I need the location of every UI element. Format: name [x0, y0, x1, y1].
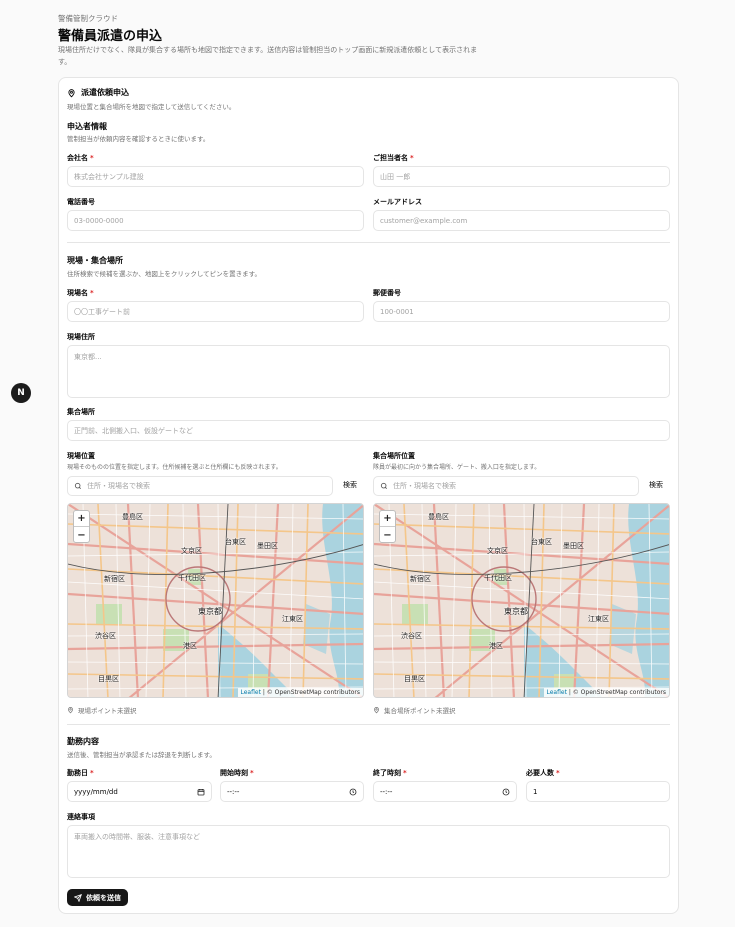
- notes-textarea[interactable]: 車両搬入の時間帯、服装、注意事項など: [67, 825, 670, 878]
- contact-label: ご担当者名 *: [373, 154, 414, 162]
- postal-label: 郵便番号: [373, 289, 401, 297]
- map-label: 江東区: [588, 615, 609, 623]
- site-search-button[interactable]: 検索: [343, 480, 357, 490]
- map-label: 東京都: [504, 607, 528, 616]
- map-label: 文京区: [487, 547, 508, 555]
- map-label: 豊島区: [122, 513, 143, 521]
- calendar-icon[interactable]: [197, 788, 205, 796]
- email-input[interactable]: customer@example.com: [373, 210, 670, 231]
- meeting-location-note: 隊員が最初に向かう集合場所、ゲート、搬入口を指定します。: [373, 464, 541, 471]
- headcount-label: 必要人数 *: [526, 769, 560, 777]
- site-pin-status: 現場ポイント未選択: [67, 705, 137, 715]
- site-location-label: 現場位置: [67, 452, 95, 460]
- clock-icon[interactable]: [349, 788, 357, 796]
- submit-button[interactable]: 依頼を送信: [67, 889, 128, 906]
- meeting-input[interactable]: 正門前、北側搬入口、仮設ゲートなど: [67, 420, 670, 441]
- zoom-in-button[interactable]: +: [380, 511, 395, 527]
- site-note: 住所検索で候補を選ぶか、地図上をクリックしてピンを置きます。: [67, 270, 262, 278]
- send-icon: [74, 893, 82, 902]
- site-location-note: 現場そのものの位置を指定します。住所候補を選ぶと住所欄にも反映されます。: [67, 464, 282, 471]
- site-name-label: 現場名 *: [67, 289, 94, 297]
- applicant-note: 管制担当が依頼内容を確認するときに使います。: [67, 135, 210, 143]
- map-label: 渋谷区: [401, 632, 422, 640]
- map-pin-icon: [68, 707, 73, 714]
- email-label: メールアドレス: [373, 198, 422, 206]
- company-label: 会社名 *: [67, 154, 94, 162]
- divider: [67, 242, 670, 243]
- meeting-map[interactable]: + − 豊島区 文京区 台東区 墨田区 新宿区 千代田区 東京都 渋谷区 江東区…: [373, 503, 670, 698]
- card-title: 派遣依頼申込: [81, 88, 129, 97]
- zoom-control: + −: [379, 510, 396, 543]
- request-form-card: 派遣依頼申込 現場位置と集合場所を地図で指定して送信してください。 申込者情報 …: [58, 77, 679, 914]
- date-input[interactable]: yyyy/mm/dd: [67, 781, 212, 802]
- map-label: 江東区: [282, 615, 303, 623]
- work-note: 送信後、管制担当が承認または辞退を判断します。: [67, 751, 216, 759]
- meeting-search-input[interactable]: 住所・現場名で検索: [373, 476, 639, 496]
- map-tiles: [68, 504, 363, 697]
- map-tiles: [374, 504, 669, 697]
- site-name-input[interactable]: 〇〇工事ゲート前: [67, 301, 364, 322]
- company-input[interactable]: 株式会社サンプル建設: [67, 166, 364, 187]
- map-label: 墨田区: [257, 542, 278, 550]
- map-label: 豊島区: [428, 513, 449, 521]
- headcount-input[interactable]: 1: [526, 781, 670, 802]
- start-time-input[interactable]: --:--: [220, 781, 364, 802]
- map-label: 千代田区: [484, 574, 512, 582]
- end-time-input[interactable]: --:--: [373, 781, 517, 802]
- map-label: 墨田区: [563, 542, 584, 550]
- date-label: 勤務日 *: [67, 769, 94, 777]
- map-label: 港区: [489, 642, 503, 650]
- notes-label: 連絡事項: [67, 813, 95, 821]
- divider: [67, 724, 670, 725]
- site-search-input[interactable]: 住所・現場名で検索: [67, 476, 333, 496]
- search-icon: [74, 482, 81, 489]
- site-heading: 現場・集合場所: [67, 256, 123, 265]
- brand-name: 警備管制クラウド: [58, 14, 118, 23]
- address-label: 現場住所: [67, 333, 95, 341]
- map-label: 新宿区: [410, 575, 431, 583]
- leaflet-link[interactable]: Leaflet: [241, 689, 261, 696]
- map-label: 文京区: [181, 547, 202, 555]
- address-textarea[interactable]: 東京都...: [67, 345, 670, 398]
- map-label: 千代田区: [178, 574, 206, 582]
- zoom-out-button[interactable]: −: [74, 527, 89, 543]
- phone-label: 電話番号: [67, 198, 95, 206]
- page-title: 警備員派遣の申込: [58, 29, 163, 44]
- postal-input[interactable]: 100-0001: [373, 301, 670, 322]
- card-subtitle: 現場位置と集合場所を地図で指定して送信してください。: [67, 103, 236, 111]
- map-label: 目黒区: [98, 675, 119, 683]
- end-time-label: 終了時刻 *: [373, 769, 407, 777]
- next-badge[interactable]: N: [11, 383, 31, 403]
- phone-input[interactable]: 03-0000-0000: [67, 210, 364, 231]
- meeting-label: 集合場所: [67, 408, 95, 416]
- map-label: 東京都: [198, 607, 222, 616]
- applicant-heading: 申込者情報: [67, 122, 107, 131]
- map-label: 港区: [183, 642, 197, 650]
- work-heading: 勤務内容: [67, 737, 99, 746]
- leaflet-link[interactable]: Leaflet: [547, 689, 567, 696]
- map-attribution: Leaflet | © OpenStreetMap contributors: [237, 688, 363, 697]
- map-label: 台東区: [225, 538, 246, 546]
- map-pin-icon: [68, 88, 75, 97]
- zoom-control: + −: [73, 510, 90, 543]
- card-header: 派遣依頼申込: [67, 87, 129, 98]
- meeting-search-button[interactable]: 検索: [649, 480, 663, 490]
- zoom-in-button[interactable]: +: [74, 511, 89, 527]
- map-label: 新宿区: [104, 575, 125, 583]
- contact-input[interactable]: 山田 一郎: [373, 166, 670, 187]
- search-icon: [380, 482, 387, 489]
- start-time-label: 開始時刻 *: [220, 769, 254, 777]
- clock-icon[interactable]: [502, 788, 510, 796]
- map-label: 渋谷区: [95, 632, 116, 640]
- map-label: 台東区: [531, 538, 552, 546]
- map-attribution: Leaflet | © OpenStreetMap contributors: [543, 688, 669, 697]
- site-map[interactable]: + − 豊島区 文京区 台東区 墨田区 新宿区 千代田区 東京都 渋谷区 江東区…: [67, 503, 364, 698]
- meeting-location-label: 集合場所位置: [373, 452, 415, 460]
- meeting-pin-status: 集合場所ポイント未選択: [373, 705, 456, 715]
- zoom-out-button[interactable]: −: [380, 527, 395, 543]
- map-label: 目黒区: [404, 675, 425, 683]
- map-pin-icon: [374, 707, 379, 714]
- page-description: 現場住所だけでなく、隊員が集合する場所も地図で指定できます。送信内容は管制担当の…: [58, 46, 478, 66]
